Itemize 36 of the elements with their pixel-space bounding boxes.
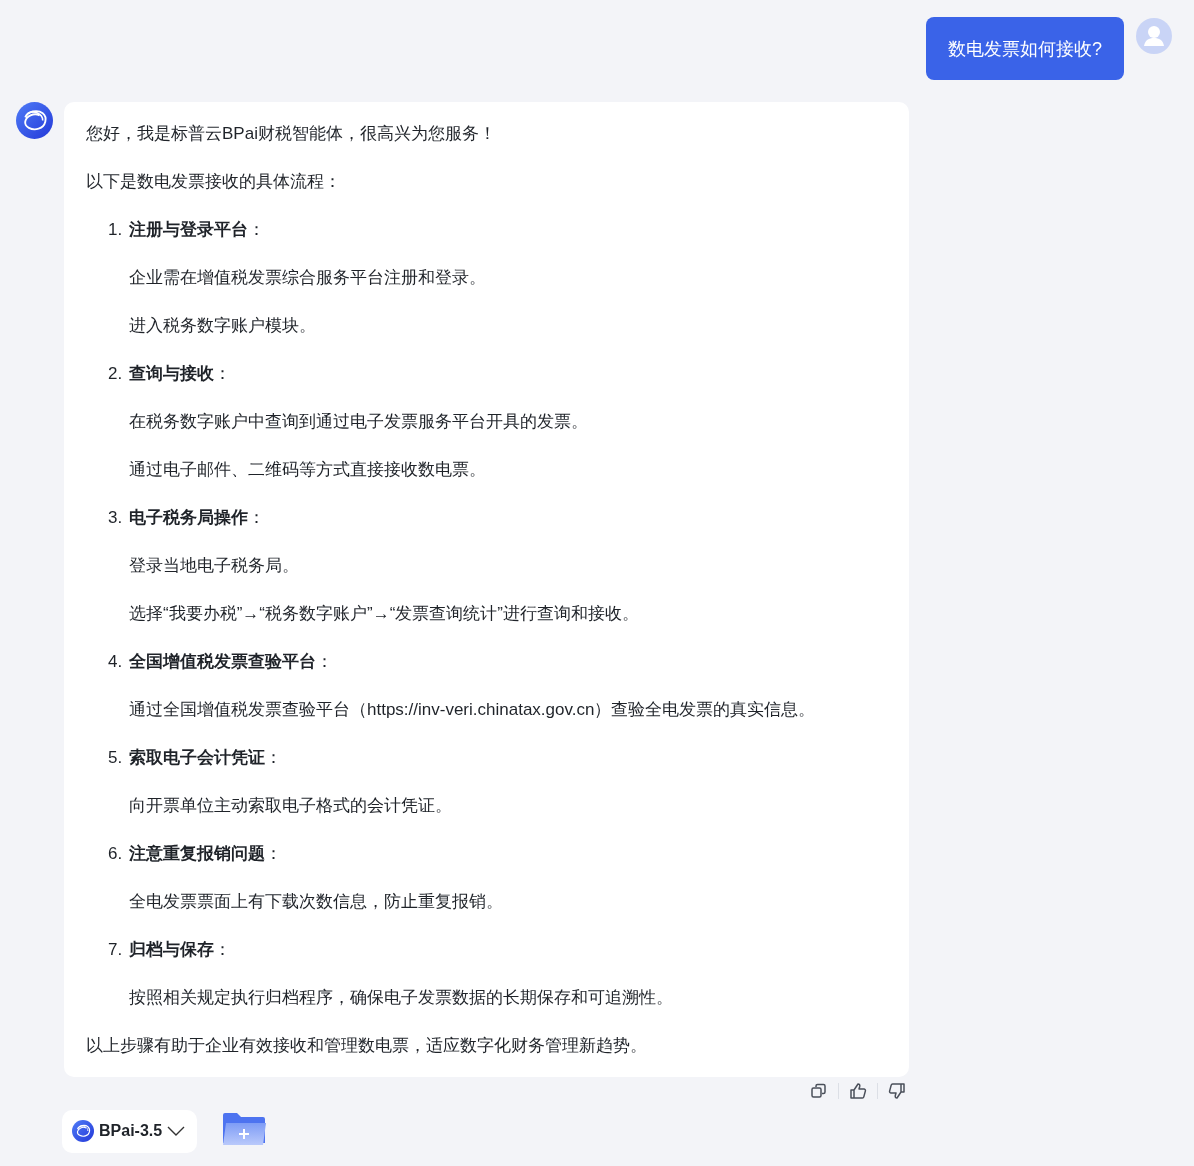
step-detail-text: 进入税务数字账户模块。	[128, 315, 317, 337]
step-title: 注意重复报销问题：	[129, 843, 282, 865]
step-number: 7.	[108, 939, 124, 961]
step-title: 电子税务局操作：	[129, 507, 265, 529]
step-detail-text: 企业需在增值税发票综合服务平台注册和登录。	[128, 267, 487, 289]
step-number: 5.	[108, 747, 124, 769]
step-title: 归档与保存：	[129, 939, 231, 961]
step-number: 6.	[108, 843, 124, 865]
step-detail-text: 登录当地电子税务局。	[128, 555, 300, 577]
step-detail-text: 全电发票票面上有下载次数信息，防止重复报销。	[128, 891, 504, 913]
step-number: 4.	[108, 651, 124, 673]
step-number: 1.	[108, 219, 124, 241]
step-detail-text: 在税务数字账户中查询到通过电子发票服务平台开具的发票。	[128, 411, 589, 433]
conclusion-text: 以上步骤有助于企业有效接收和管理数电票，适应数字化财务管理新趋势。	[86, 1035, 648, 1057]
thumbs-down-icon[interactable]	[888, 1082, 906, 1100]
thumbs-up-icon[interactable]	[849, 1082, 867, 1100]
user-message-bubble: 数电发票如何接收?	[926, 17, 1124, 80]
step-number: 2.	[108, 363, 124, 385]
intro-text: 以下是数电发票接收的具体流程：	[86, 171, 342, 193]
step-detail-text: 通过全国增值税发票查验平台（https://inv-veri.chinatax.gov.cn）查验全电发票的真实信息。	[128, 699, 817, 721]
step-detail-text: 按照相关规定执行归档程序，确保电子发票数据的长期保存和可追溯性。	[128, 987, 674, 1009]
chevron-down-icon	[167, 1125, 186, 1137]
user-avatar-icon	[1136, 18, 1172, 54]
model-logo-icon	[72, 1120, 94, 1142]
step-detail-text: 通过电子邮件、二维码等方式直接接收数电票。	[128, 459, 487, 481]
model-selector[interactable]: BPai-3.5	[62, 1109, 198, 1153]
step-detail-text: 选择“我要办税”→“税务数字账户”→“发票查询统计”进行查询和接收。	[128, 603, 640, 625]
step-number: 3.	[108, 507, 124, 529]
copy-icon[interactable]	[810, 1082, 828, 1100]
step-title: 注册与登录平台：	[129, 219, 265, 241]
greeting-text: 您好，我是标普云BPai财税智能体，很高兴为您服务！	[86, 123, 497, 145]
bot-avatar-icon	[16, 102, 53, 139]
step-title: 索取电子会计凭证：	[129, 747, 282, 769]
step-title: 全国增值税发票查验平台：	[129, 651, 333, 673]
step-title: 查询与接收：	[129, 363, 231, 385]
step-detail-text: 向开票单位主动索取电子格式的会计凭证。	[128, 795, 453, 817]
